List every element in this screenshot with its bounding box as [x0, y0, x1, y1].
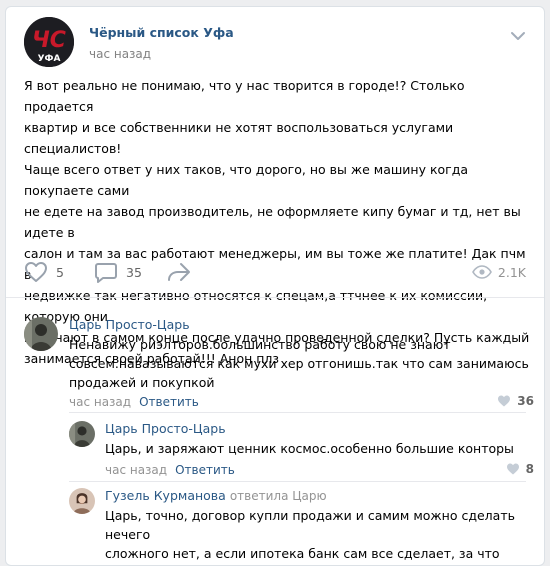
comment-text: Царь, точно, договор купли продажи и сам…	[105, 506, 530, 565]
heart-icon	[498, 395, 511, 407]
group-avatar[interactable]: ЧС УФА	[24, 17, 74, 67]
comment-text-line: Царь, точно, договор купли продажи и сам…	[105, 508, 515, 542]
comment-like-button[interactable]: 36	[497, 394, 534, 408]
avatar[interactable]	[69, 421, 95, 447]
views-count: 2.1K	[497, 264, 526, 280]
like-button[interactable]: 5	[24, 259, 64, 285]
comment-separator	[69, 481, 526, 482]
comment-like-count: 8	[525, 462, 534, 476]
avatar-image	[69, 421, 95, 447]
reply-button[interactable]: Ответить	[139, 395, 199, 409]
comment-text-line: Царь, и заряжают ценник космос.особенно …	[105, 441, 514, 456]
comment-bubble-icon	[95, 263, 117, 283]
comment-author[interactable]: Царь Просто-Царь	[105, 421, 226, 436]
post-header: ЧС УФА Чёрный список Уфа час назад	[24, 17, 526, 67]
comment-text: Ненавижу риэлторов.большинство работу св…	[69, 335, 529, 392]
comment-text-line: Ненавижу риэлторов.большинство работу св…	[69, 337, 451, 352]
avatar-image	[69, 488, 95, 514]
group-name[interactable]: Чёрный список Уфа	[89, 25, 234, 40]
comment: Царь Просто-Царь Ненавижу риэлторов.боль…	[24, 317, 534, 417]
comment-text-line: сложного нет, а если ипотека банк сам вс…	[105, 546, 500, 561]
comment-button[interactable]: 35	[94, 259, 142, 285]
logo-text-bottom: УФА	[38, 54, 61, 64]
comment-author[interactable]: Царь Просто-Царь	[69, 317, 190, 332]
comment-reply: Гузель Курманова ответила Царю Царь, точ…	[69, 488, 534, 565]
comment-author-name[interactable]: Гузель Курманова	[105, 488, 226, 503]
comment-reply: Царь Просто-Царь Царь, и заряжают ценник…	[69, 421, 534, 481]
reply-to-label[interactable]: ответила Царю	[230, 489, 327, 503]
comment-count: 35	[126, 264, 142, 280]
logo-text-top: ЧС	[32, 28, 66, 53]
comment-text-line: продажей и покупкой	[69, 375, 215, 390]
comment-time[interactable]: час назад	[105, 463, 167, 477]
post-card: ЧС УФА Чёрный список Уфа час назад Я вот…	[5, 6, 545, 566]
post-time[interactable]: час назад	[89, 47, 151, 61]
comment-meta: час назад Ответить	[69, 395, 199, 409]
chevron-down-icon[interactable]	[510, 31, 526, 41]
like-count: 5	[56, 264, 64, 280]
eye-icon	[471, 265, 492, 279]
comment-text: Царь, и заряжают ценник космос.особенно …	[105, 439, 525, 458]
comment-like-count: 36	[517, 394, 534, 408]
comment-author: Гузель Курманова ответила Царю	[105, 488, 327, 503]
group-logo: ЧС УФА	[24, 17, 74, 67]
comment-text-line: совсем.навазываются как мухи хер отгониш…	[69, 356, 529, 371]
heart-icon	[25, 262, 47, 282]
comment-separator	[69, 412, 526, 413]
comment-meta: час назад Ответить	[105, 463, 235, 477]
avatar[interactable]	[69, 488, 95, 514]
comment-like-button[interactable]: 8	[506, 462, 534, 476]
comment-time[interactable]: час назад	[69, 395, 131, 409]
share-arrow-icon	[168, 263, 190, 281]
post-actions: 5 35 2.1K	[24, 259, 526, 285]
heart-icon	[506, 463, 519, 475]
views-counter: 2.1K	[471, 259, 526, 285]
share-button[interactable]	[166, 259, 192, 285]
avatar[interactable]	[24, 317, 58, 351]
avatar-image	[24, 317, 58, 351]
divider	[6, 297, 544, 298]
reply-button[interactable]: Ответить	[175, 463, 235, 477]
